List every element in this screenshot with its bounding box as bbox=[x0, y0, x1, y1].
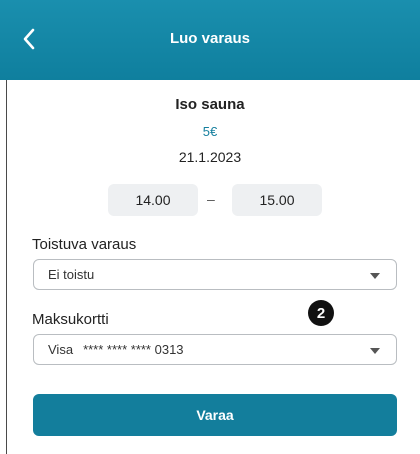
dropdown-caret-icon bbox=[370, 273, 380, 279]
book-button[interactable]: Varaa bbox=[33, 394, 397, 436]
booking-date: 21.1.2023 bbox=[178, 149, 242, 165]
recurring-label: Toistuva varaus bbox=[32, 236, 137, 253]
app-header: Luo varaus bbox=[0, 0, 420, 80]
payment-card-value: Visa **** **** **** 0313 bbox=[48, 342, 184, 357]
dropdown-caret-icon bbox=[370, 348, 380, 354]
recurring-select[interactable]: Ei toistu bbox=[33, 259, 397, 290]
end-time-field[interactable]: 15.00 bbox=[232, 184, 322, 216]
page-title: Luo varaus bbox=[169, 30, 251, 47]
card-number: **** **** **** 0313 bbox=[83, 342, 184, 357]
card-brand: Visa bbox=[48, 342, 74, 357]
payment-card-select[interactable]: Visa **** **** **** 0313 bbox=[33, 334, 397, 365]
resource-price: 5€ bbox=[202, 124, 218, 139]
step-number-badge: 2 bbox=[308, 300, 334, 326]
time-separator: – bbox=[207, 191, 215, 207]
payment-card-label: Maksukortti bbox=[32, 311, 109, 328]
resource-name: Iso sauna bbox=[175, 96, 245, 113]
recurring-value: Ei toistu bbox=[48, 267, 95, 282]
start-time-field[interactable]: 14.00 bbox=[108, 184, 198, 216]
